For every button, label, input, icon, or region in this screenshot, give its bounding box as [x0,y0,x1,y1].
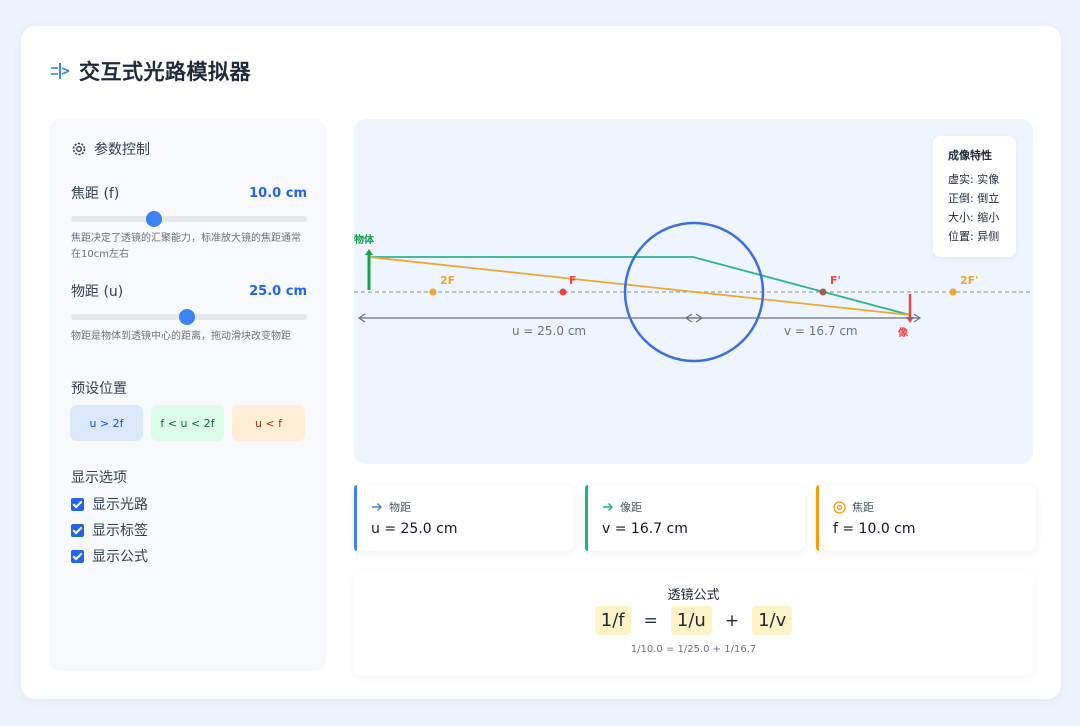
panel-title: 参数控制 [94,142,150,158]
point-f-left [559,288,567,296]
label-2f-right: 2F' [960,274,979,287]
object-arrow-head [365,249,373,255]
checkbox[interactable] [71,523,84,537]
image-properties-box: 成像特性 虚实: 实像 正倒: 倒立 大小: 缩小 位置: 异侧 [933,136,1016,257]
option-label: 显示光路 [92,497,148,513]
u-distance-label: u = 25.0 cm [512,324,586,338]
formula-expression: 1/f = 1/u + 1/v [354,606,1033,635]
focal-label: 焦距 (f) [71,186,120,202]
object-label: 物体 [354,233,375,246]
metric-image-distance: 像距 v = 16.7 cm [585,485,805,551]
object-slider[interactable] [71,309,307,325]
preset-button-far[interactable]: u > 2f [70,405,143,441]
point-2f-right [949,288,957,296]
optics-icon [51,63,70,79]
option-show-labels[interactable]: 显示标签 [71,520,148,540]
header: 交互式光路模拟器 [49,56,251,86]
point-2f-left [429,288,437,296]
lens-formula-panel: 透镜公式 1/f = 1/u + 1/v 1/10.0 = 1/25.0 + 1… [354,572,1033,676]
app-card: 交互式光路模拟器 参数控制 焦距 (f) 10.0 cm 焦距决定了透镜的汇聚能… [21,26,1061,699]
display-options-title: 显示选项 [71,470,127,486]
focal-value: 10.0 cm [249,185,307,201]
page-title: 交互式光路模拟器 [79,60,251,84]
checkbox[interactable] [71,497,84,511]
arrow-right-icon [372,503,382,511]
presets-title: 预设位置 [71,381,127,397]
arrow-right-icon [603,503,613,511]
formula-title: 透镜公式 [667,588,720,603]
info-size: 大小: 缩小 [948,211,1000,224]
formula-term-v: 1/v [752,606,793,635]
formula-plus: + [724,610,740,631]
metric-label: 像距 [620,501,642,514]
focal-control: 焦距 (f) 10.0 cm 焦距决定了透镜的汇聚能力，标准放大镜的焦距通常在1… [71,183,307,263]
object-value: 25.0 cm [249,283,307,299]
object-description: 物距是物体到透镜中心的距离，拖动滑块改变物距 [71,331,291,342]
info-title: 成像特性 [948,149,992,162]
label-f-left: F [569,274,577,287]
metric-object-distance: 物距 u = 25.0 cm [354,485,574,551]
control-panel: 参数控制 焦距 (f) 10.0 cm 焦距决定了透镜的汇聚能力，标准放大镜的焦… [49,119,326,671]
point-f-right [819,288,827,296]
image-label: 像 [897,326,909,339]
preset-button-near[interactable]: u < f [232,405,305,441]
metric-label: 焦距 [852,501,874,514]
checkbox[interactable] [71,549,84,563]
target-icon [833,500,846,514]
option-label: 显示标签 [92,523,148,539]
option-label: 显示公式 [92,549,148,565]
info-real-virtual: 虚实: 实像 [948,173,1000,186]
option-show-formula[interactable]: 显示公式 [71,546,148,566]
object-control: 物距 (u) 25.0 cm 物距是物体到透镜中心的距离，拖动滑块改变物距 [71,281,307,345]
optics-diagram: 物体 像 2F F F' 2F' u = 25.0 cm v = 16.7 cm [354,221,1033,363]
panel-header: 参数控制 [71,139,150,159]
info-position: 位置: 异侧 [948,230,1000,243]
formula-calculation: 1/10.0 = 1/25.0 + 1/16.7 [630,644,757,655]
formula-term-f: 1/f [594,606,631,635]
focal-slider-thumb[interactable] [145,211,162,227]
object-label: 物距 (u) [71,284,124,300]
label-f-right: F' [830,274,841,287]
simulation-canvas[interactable]: 物体 像 2F F F' 2F' u = 25.0 cm v = 16.7 cm [354,119,1033,464]
option-show-rays[interactable]: 显示光路 [71,494,148,514]
object-slider-thumb[interactable] [178,309,195,325]
focal-description: 焦距决定了透镜的汇聚能力，标准放大镜的焦距通常在10cm左右 [71,233,301,260]
metric-focal-length: 焦距 f = 10.0 cm [816,485,1036,551]
focal-slider[interactable] [71,211,307,227]
metric-value: v = 16.7 cm [602,521,688,537]
metric-value: f = 10.0 cm [833,521,916,537]
info-orientation: 正倒: 倒立 [948,192,1000,205]
v-distance-label: v = 16.7 cm [784,324,858,338]
metric-value: u = 25.0 cm [371,521,458,537]
gear-icon [72,142,86,156]
formula-equals: = [643,610,658,631]
preset-button-mid[interactable]: f < u < 2f [151,405,224,441]
formula-term-u: 1/u [670,606,712,635]
label-2f-left: 2F [440,274,455,287]
metric-label: 物距 [389,501,411,514]
